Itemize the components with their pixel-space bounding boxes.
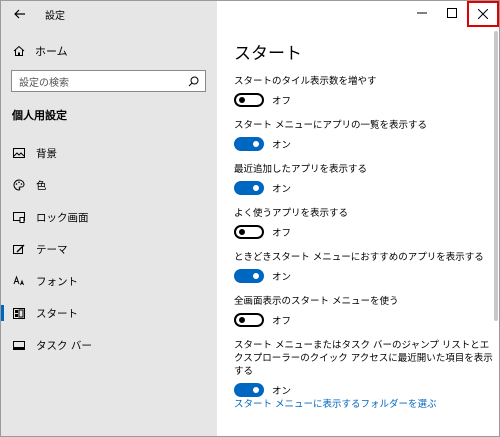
app-title: 設定 bbox=[45, 10, 65, 22]
scrollbar[interactable] bbox=[494, 31, 498, 321]
setting-recent-apps: 最近追加したアプリを表示する オン bbox=[234, 163, 494, 195]
sidebar-item-label: ロック画面 bbox=[36, 211, 89, 224]
home-icon bbox=[13, 45, 25, 57]
toggle-state: オン bbox=[272, 140, 292, 151]
sidebar-item-font[interactable]: フォント bbox=[1, 267, 217, 295]
section-title: 個人用設定 bbox=[12, 109, 67, 122]
sidebar-item-label: スタート bbox=[36, 307, 78, 320]
toggle-switch[interactable] bbox=[234, 181, 264, 195]
font-icon bbox=[13, 275, 25, 287]
sidebar-item-label: タスク バー bbox=[36, 339, 92, 352]
toggle-state: オフ bbox=[272, 316, 292, 327]
minimize-button[interactable] bbox=[407, 1, 437, 25]
setting-label: スタート メニューまたはタスク バーのジャンプ リストとエクスプローラーのクイッ… bbox=[234, 340, 493, 377]
toggle-switch[interactable] bbox=[234, 313, 264, 327]
maximize-icon bbox=[447, 8, 457, 18]
setting-label: スタートのタイル表示数を増やす bbox=[234, 76, 377, 87]
settings-window: 設定 ホーム 設定の検索 個人用設定 背景 色 ロック画面 テーマ フォント ス… bbox=[0, 0, 500, 437]
sidebar-item-label: 色 bbox=[36, 179, 47, 192]
sidebar: 設定 ホーム 設定の検索 個人用設定 背景 色 ロック画面 テーマ フォント ス… bbox=[1, 1, 217, 436]
taskbar-icon bbox=[13, 339, 25, 351]
sidebar-item-color[interactable]: 色 bbox=[1, 171, 217, 199]
page-title: スタート bbox=[234, 44, 302, 64]
close-icon bbox=[478, 9, 488, 19]
setting-app-list: スタート メニューにアプリの一覧を表示する オン bbox=[234, 119, 494, 151]
home-label: ホーム bbox=[35, 45, 68, 58]
lock-screen-icon bbox=[13, 211, 25, 223]
setting-recent-items: スタート メニューまたはタスク バーのジャンプ リストとエクスプローラーのクイッ… bbox=[234, 339, 494, 397]
sidebar-item-label: フォント bbox=[36, 275, 78, 288]
search-icon bbox=[187, 75, 199, 87]
toggle-switch[interactable] bbox=[234, 137, 264, 151]
choose-folders-link[interactable]: スタート メニューに表示するフォルダーを選ぶ bbox=[234, 396, 437, 410]
sidebar-item-theme[interactable]: テーマ bbox=[1, 235, 217, 263]
maximize-button[interactable] bbox=[437, 1, 467, 25]
sidebar-item-background[interactable]: 背景 bbox=[1, 139, 217, 167]
setting-more-tiles: スタートのタイル表示数を増やす オフ bbox=[234, 75, 494, 107]
toggle-switch[interactable] bbox=[234, 269, 264, 283]
sidebar-item-taskbar[interactable]: タスク バー bbox=[1, 331, 217, 359]
setting-label: ときどきスタート メニューにおすすめのアプリを表示する bbox=[234, 252, 484, 263]
toggle-switch[interactable] bbox=[234, 93, 264, 107]
back-button[interactable] bbox=[11, 5, 29, 23]
nav-home[interactable]: ホーム bbox=[1, 39, 217, 63]
toggle-state: オフ bbox=[272, 96, 292, 107]
sidebar-item-label: 背景 bbox=[36, 147, 57, 160]
setting-suggestions: ときどきスタート メニューにおすすめのアプリを表示する オン bbox=[234, 251, 494, 283]
setting-label: スタート メニューにアプリの一覧を表示する bbox=[234, 120, 428, 131]
theme-icon bbox=[13, 243, 25, 255]
close-button[interactable] bbox=[467, 1, 499, 27]
sidebar-item-label: テーマ bbox=[36, 243, 68, 256]
setting-label: よく使うアプリを表示する bbox=[234, 208, 349, 219]
toggle-state: オン bbox=[272, 386, 292, 397]
search-input[interactable]: 設定の検索 bbox=[11, 70, 206, 92]
toggle-state: オン bbox=[272, 184, 292, 195]
setting-label: 全画面表示のスタート メニューを使う bbox=[234, 296, 399, 307]
sidebar-item-start[interactable]: スタート bbox=[1, 299, 217, 327]
toggle-switch[interactable] bbox=[234, 383, 264, 397]
minimize-icon bbox=[417, 12, 427, 14]
start-icon bbox=[13, 307, 25, 319]
main-content: スタート スタートのタイル表示数を増やす オフ スタート メニューにアプリの一覧… bbox=[217, 1, 499, 436]
window-controls bbox=[407, 1, 499, 27]
toggle-state: オフ bbox=[272, 228, 292, 239]
setting-label: 最近追加したアプリを表示する bbox=[234, 164, 368, 175]
sidebar-item-lock-screen[interactable]: ロック画面 bbox=[1, 203, 217, 231]
palette-icon bbox=[13, 179, 25, 191]
image-icon bbox=[13, 147, 25, 159]
back-arrow-icon bbox=[14, 9, 25, 19]
titlebar-left: 設定 bbox=[1, 1, 217, 27]
toggle-state: オン bbox=[272, 272, 292, 283]
toggle-switch[interactable] bbox=[234, 225, 264, 239]
search-placeholder: 設定の検索 bbox=[19, 77, 69, 89]
setting-full-screen: 全画面表示のスタート メニューを使う オフ bbox=[234, 295, 494, 327]
setting-most-used: よく使うアプリを表示する オフ bbox=[234, 207, 494, 239]
